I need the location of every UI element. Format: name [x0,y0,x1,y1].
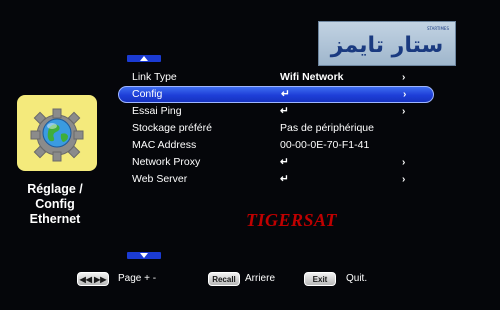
menu-row-label: Stockage préféré [132,122,212,134]
exit-key-label: Quit. [346,273,368,284]
menu-row-value: 00-00-0E-70-F1-41 [280,139,370,151]
watermark-text: TIGERSAT [246,210,338,230]
menu-row-value: ↵ [280,105,289,117]
menu-row-mac-address[interactable]: MAC Address 00-00-0E-70-F1-41 [118,137,434,154]
menu-row-link-type[interactable]: Link Type Wifi Network › [118,69,434,86]
globe-gear-icon [30,108,84,162]
menu-row-value: Pas de périphérique [280,122,374,134]
footer-keybar: ◀◀ ▶▶ Page + - Recall Arriere Exit Quit. [0,272,500,288]
menu-row-label: Config [132,88,163,100]
page-key-button[interactable]: ◀◀ ▶▶ [77,272,109,286]
menu-row-label: Essai Ping [132,105,182,117]
page-title-line3: Ethernet [29,212,81,226]
recall-key-button[interactable]: Recall [208,272,240,286]
scroll-up-icon[interactable] [127,55,161,62]
page-title: Réglage / Config Ethernet [5,182,105,227]
chevron-right-icon: › [402,174,406,185]
recall-key-label: Arriere [245,273,276,284]
menu-row-label: Network Proxy [132,156,201,168]
menu-row-value: ↵ [281,88,290,100]
ethernet-config-icon [17,95,97,171]
settings-menu: Link Type Wifi Network › Config ↵ › Essai Ping… [118,69,434,188]
menu-row-value: Wifi Network [280,71,344,83]
chevron-right-icon: › [402,157,406,168]
chevron-right-icon: › [402,72,406,83]
menu-row-label: MAC Address [132,139,197,151]
page-title-line1: Réglage / [27,182,83,196]
menu-row-stockage-pr-f-r[interactable]: Stockage préféré Pas de périphérique [118,120,434,137]
menu-row-essai-ping[interactable]: Essai Ping ↵ › [118,103,434,120]
exit-key-button[interactable]: Exit [304,272,336,286]
menu-row-value: ↵ [280,173,289,185]
logo-text: ستار تايمز [330,33,443,58]
menu-row-value: ↵ [280,156,289,168]
menu-row-network-proxy[interactable]: Network Proxy ↵ › [118,154,434,171]
menu-row-label: Web Server [132,173,188,185]
channel-logo: ستار تايمز STARTIMES [318,21,456,66]
page-title-line2: Config [35,197,75,211]
chevron-right-icon: › [403,89,407,100]
scroll-down-icon[interactable] [127,252,161,259]
menu-row-config[interactable]: Config ↵ › [118,86,434,103]
logo-graphic: ستار تايمز STARTIMES [330,26,450,58]
menu-row-web-server[interactable]: Web Server ↵ › [118,171,434,188]
page-key-label: Page + - [118,273,157,284]
logo-small-text: STARTIMES [427,26,449,31]
chevron-right-icon: › [402,106,406,117]
menu-row-label: Link Type [132,71,177,83]
